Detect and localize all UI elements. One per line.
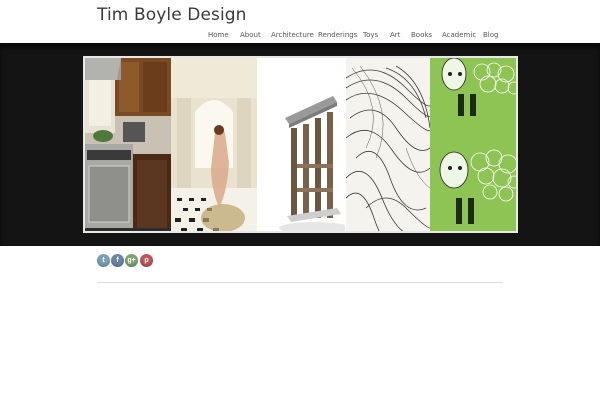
nav-architecture[interactable]: Architecture xyxy=(271,31,314,39)
nav-art[interactable]: Art xyxy=(390,31,400,39)
kitchen-image xyxy=(85,58,171,231)
banner-panel-sheep xyxy=(430,58,516,231)
banner-panel-architecture xyxy=(257,58,345,231)
nav-about[interactable]: About xyxy=(240,31,261,39)
nav-toys[interactable]: Toys xyxy=(363,31,378,39)
banner-panel-drawing xyxy=(346,58,430,231)
nav-home[interactable]: Home xyxy=(208,31,229,39)
nav-renderings[interactable]: Renderings xyxy=(318,31,357,39)
hallway-image xyxy=(171,58,257,231)
nav-blog[interactable]: Blog xyxy=(483,31,498,39)
nav-books[interactable]: Books xyxy=(411,31,432,39)
sheep-image xyxy=(430,58,516,231)
facebook-icon[interactable]: f xyxy=(111,254,124,267)
banner-panel-hallway xyxy=(171,58,257,231)
nav-academic[interactable]: Academic xyxy=(442,31,476,39)
banner-slideshow[interactable] xyxy=(83,56,518,233)
line-drawing-image xyxy=(346,58,430,231)
site-title[interactable]: Tim Boyle Design xyxy=(97,5,247,25)
architecture-image xyxy=(257,58,345,231)
banner-panel-kitchen xyxy=(85,58,171,231)
content-divider xyxy=(97,282,503,283)
pinterest-icon[interactable]: p xyxy=(140,254,153,267)
twitter-icon[interactable]: t xyxy=(97,254,110,267)
google-plus-icon[interactable]: g+ xyxy=(125,254,138,267)
main-nav: Home About Architecture Renderings Toys … xyxy=(0,31,600,41)
